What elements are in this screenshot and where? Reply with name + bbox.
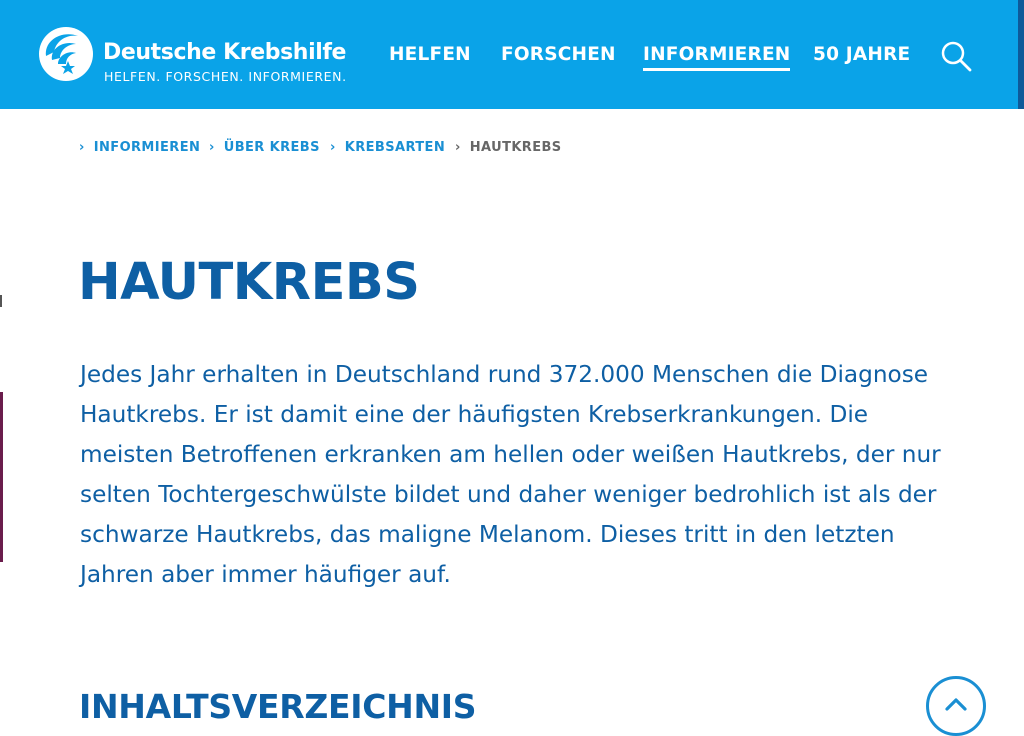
chevron-right-icon: ›	[209, 140, 215, 155]
breadcrumb-item-informieren[interactable]: › INFORMIEREN	[79, 140, 200, 155]
search-icon	[941, 41, 972, 72]
breadcrumb-item-ueber-krebs[interactable]: › ÜBER KREBS	[209, 140, 320, 155]
scroll-to-top-button[interactable]	[926, 676, 986, 736]
page-title: HAUTKREBS	[78, 253, 420, 312]
toc-heading: INHALTSVERZEICHNIS	[79, 687, 477, 726]
left-edge-strip	[0, 392, 3, 562]
nav-item-informieren[interactable]: INFORMIEREN	[643, 44, 791, 71]
chevron-up-icon	[945, 698, 967, 711]
intro-paragraph: Jedes Jahr erhalten in Deutschland rund …	[80, 361, 941, 588]
site-header: Deutsche Krebshilfe HELFEN. FORSCHEN. IN…	[0, 0, 1024, 109]
brand-name: Deutsche Krebshilfe	[103, 40, 347, 65]
logo-icon	[39, 27, 93, 81]
brand-tagline: HELFEN. FORSCHEN. INFORMIEREN.	[104, 69, 347, 84]
breadcrumb-item-krebsarten[interactable]: › KREBSARTEN	[330, 140, 445, 155]
search-button[interactable]	[938, 38, 974, 74]
chevron-right-icon: ›	[455, 140, 461, 155]
brand-logo[interactable]: Deutsche Krebshilfe HELFEN. FORSCHEN. IN…	[36, 26, 356, 86]
nav-item-helfen[interactable]: HELFEN	[389, 44, 471, 65]
nav-item-50-jahre[interactable]: 50 JAHRE	[813, 44, 910, 65]
breadcrumb-item-hautkrebs: › HAUTKREBS	[455, 140, 562, 155]
chevron-right-icon: ›	[79, 140, 85, 155]
header-edge	[1018, 0, 1024, 109]
left-edge-marker	[0, 295, 2, 307]
chevron-right-icon: ›	[330, 140, 336, 155]
nav-item-forschen[interactable]: FORSCHEN	[501, 44, 616, 65]
